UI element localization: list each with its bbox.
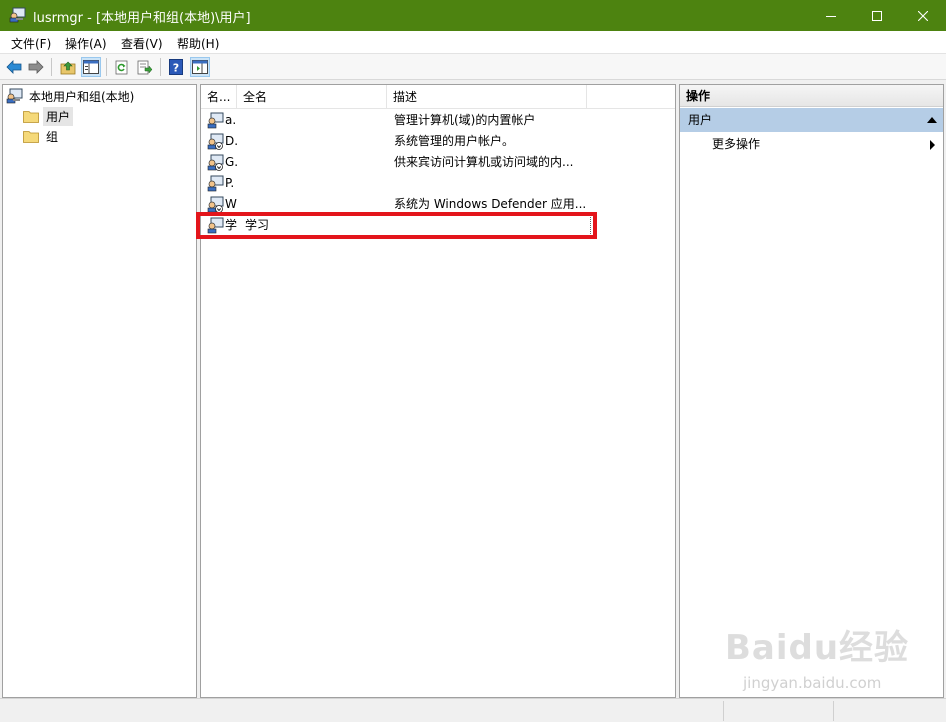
status-separator xyxy=(833,701,834,721)
action-pane: 操作 用户 更多操作 xyxy=(679,84,944,698)
toolbar-separator xyxy=(106,58,107,76)
baidu-jingyan-watermark: Baidu经验 jingyan.baidu.com xyxy=(725,620,935,700)
column-header-fullname[interactable]: 全名 xyxy=(237,85,387,109)
user-name: a. xyxy=(225,113,237,127)
export-list-icon xyxy=(137,60,153,74)
svg-text:?: ? xyxy=(173,62,179,75)
user-name: P. xyxy=(225,176,235,190)
export-list-button[interactable] xyxy=(135,57,155,77)
watermark-logo: Baidu经验 xyxy=(725,628,910,668)
up-one-level-button[interactable] xyxy=(58,57,78,77)
tree-item-groups-label: 组 xyxy=(46,129,59,144)
collapse-arrow-icon[interactable] xyxy=(927,117,937,123)
user-description: 管理计算机(域)的内置帐户 xyxy=(394,113,536,127)
toolbar-separator xyxy=(160,58,161,76)
user-disabled-icon xyxy=(207,133,224,150)
close-button[interactable] xyxy=(900,0,946,31)
refresh-icon xyxy=(115,60,128,74)
folder-icon xyxy=(23,110,39,123)
tree-root[interactable]: 本地用户和组(本地) xyxy=(6,86,137,106)
highlight-annotation xyxy=(196,212,597,239)
action-pane-header: 操作 xyxy=(680,85,943,107)
up-folder-icon xyxy=(60,61,76,74)
action-section-users[interactable]: 用户 xyxy=(680,108,943,132)
action-more-actions[interactable]: 更多操作 xyxy=(712,134,760,154)
column-header-name[interactable]: 名... xyxy=(201,85,237,109)
maximize-icon xyxy=(872,10,882,21)
tree-item-groups[interactable]: 组 xyxy=(23,126,61,146)
menu-file[interactable]: 文件(F) xyxy=(11,35,51,52)
list-item[interactable]: D. 系统管理的用户帐户。 xyxy=(203,131,675,152)
back-icon xyxy=(6,60,22,74)
console-tree: 本地用户和组(本地) 用户 组 xyxy=(2,84,197,698)
user-description: 供来宾访问计算机或访问域的内... xyxy=(394,155,574,169)
menu-view[interactable]: 查看(V) xyxy=(121,35,163,52)
list-header: 名... 全名 描述 xyxy=(201,85,675,109)
tree-item-users[interactable]: 用户 xyxy=(23,106,74,126)
toolbar: ? xyxy=(0,54,946,80)
user-name: D. xyxy=(225,134,239,148)
show-hide-action-pane-icon xyxy=(192,60,208,74)
user-icon xyxy=(207,175,224,192)
maximize-button[interactable] xyxy=(854,0,900,31)
user-icon xyxy=(207,112,224,129)
show-hide-console-tree-button[interactable] xyxy=(81,57,101,77)
forward-button[interactable] xyxy=(26,57,46,77)
minimize-icon xyxy=(826,15,836,17)
tree-root-label: 本地用户和组(本地) xyxy=(29,89,135,104)
list-item[interactable]: a. 管理计算机(域)的内置帐户 xyxy=(203,110,675,131)
users-and-groups-icon xyxy=(6,88,23,104)
watermark-url: jingyan.baidu.com xyxy=(743,674,882,692)
folder-icon xyxy=(23,130,39,143)
user-list: 名... 全名 描述 a. 管理计算机(域)的内置帐户 D. 系统管理的用户帐户… xyxy=(200,84,676,698)
back-button[interactable] xyxy=(4,57,24,77)
tree-item-users-label: 用户 xyxy=(43,106,74,126)
user-disabled-icon xyxy=(207,154,224,171)
help-icon: ? xyxy=(169,59,183,75)
minimize-button[interactable] xyxy=(808,0,854,31)
column-header-description[interactable]: 描述 xyxy=(387,85,587,109)
help-button[interactable]: ? xyxy=(166,57,186,77)
list-item[interactable]: G. 供来宾访问计算机或访问域的内... xyxy=(203,152,675,173)
toolbar-separator xyxy=(51,58,52,76)
status-separator xyxy=(723,701,724,721)
user-disabled-icon xyxy=(207,196,224,213)
list-item[interactable]: P. xyxy=(203,173,675,194)
show-hide-tree-icon xyxy=(83,60,99,74)
status-bar xyxy=(0,698,946,722)
title-bar: lusrmgr - [本地用户和组(本地)\用户] xyxy=(0,0,946,31)
menu-bar: 文件(F) 操作(A) 查看(V) 帮助(H) xyxy=(0,31,946,54)
show-hide-action-pane-button[interactable] xyxy=(190,57,210,77)
close-icon xyxy=(918,10,928,21)
window-title: lusrmgr - [本地用户和组(本地)\用户] xyxy=(33,11,251,26)
menu-help[interactable]: 帮助(H) xyxy=(177,35,219,52)
refresh-button[interactable] xyxy=(112,57,132,77)
forward-icon xyxy=(28,60,44,74)
menu-action[interactable]: 操作(A) xyxy=(65,35,107,52)
user-name: G. xyxy=(225,155,239,169)
submenu-arrow-icon xyxy=(930,140,935,150)
user-description: 系统管理的用户帐户。 xyxy=(394,134,515,148)
action-section-label: 用户 xyxy=(688,113,713,127)
user-description xyxy=(394,173,590,194)
computer-management-icon xyxy=(9,7,27,23)
